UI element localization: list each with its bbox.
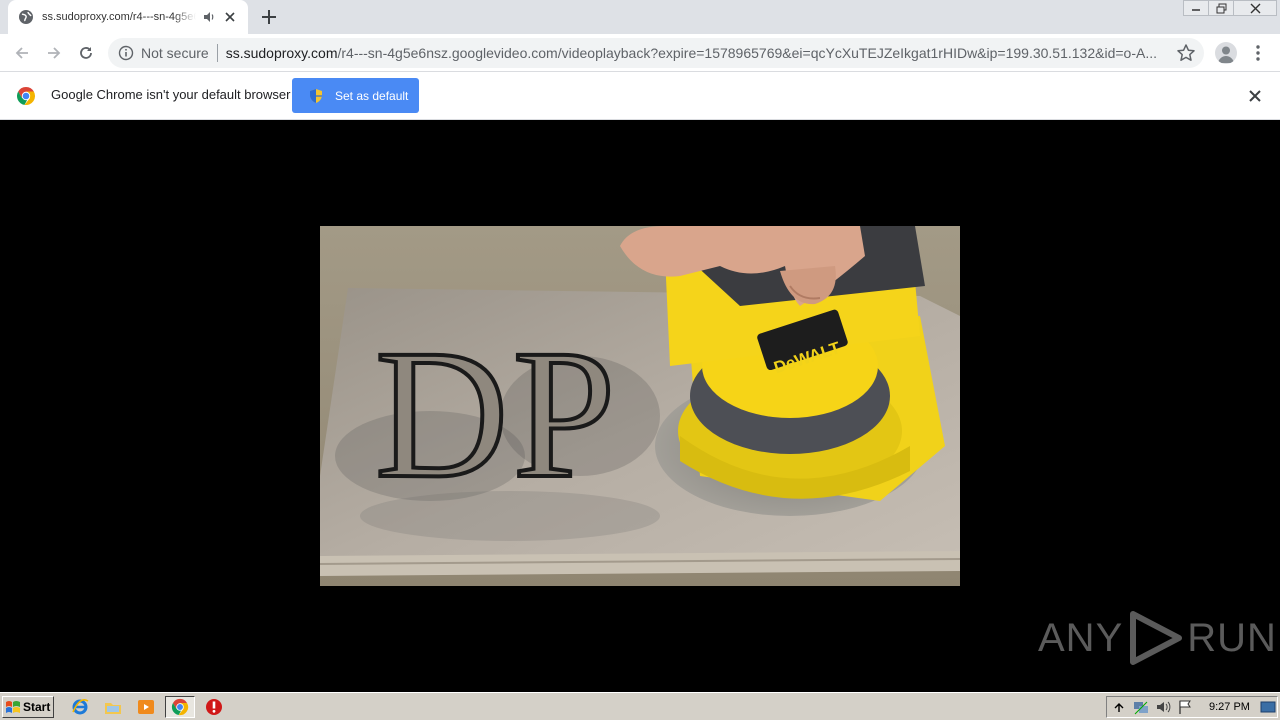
network-icon[interactable]	[1133, 699, 1149, 715]
taskbar-clock[interactable]: 9:27 PM	[1209, 701, 1250, 713]
file-explorer-icon[interactable]	[103, 697, 123, 717]
volume-icon[interactable]	[1155, 699, 1171, 715]
url-path: /r4---sn-4g5e6nsz.googlevideo.com/videop…	[337, 45, 1157, 61]
watermark-right-text: RUN	[1187, 615, 1277, 660]
action-center-flag-icon[interactable]	[1177, 699, 1193, 715]
watermark-left-text: ANY	[1038, 615, 1124, 660]
chrome-logo-icon	[16, 87, 36, 106]
address-bar[interactable]: Not secure ss.sudoproxy.com/r4---sn-4g5e…	[108, 38, 1204, 68]
windows-taskbar: Start 9:27 PM	[0, 692, 1280, 720]
tab-active[interactable]: ss.sudoproxy.com/r4---sn-4g5e6nsz.google…	[8, 0, 248, 34]
bookmark-star-icon[interactable]	[1176, 43, 1196, 63]
show-hidden-icons-icon[interactable]	[1111, 699, 1127, 715]
window-close-button[interactable]	[1233, 0, 1277, 16]
start-button[interactable]: Start	[2, 696, 54, 718]
start-label: Start	[23, 700, 51, 714]
restore-button[interactable]	[1208, 0, 1234, 16]
windows-flag-icon	[6, 701, 20, 713]
media-player-icon[interactable]	[136, 697, 156, 717]
set-as-default-button[interactable]: Set as default	[292, 78, 419, 113]
url-text[interactable]: ss.sudoproxy.com/r4---sn-4g5e6nsz.google…	[226, 45, 1161, 61]
forward-icon[interactable]	[43, 42, 65, 64]
infobar-message: Google Chrome isn't your default browser	[51, 87, 291, 102]
chrome-taskbar-icon	[171, 698, 189, 716]
browser-toolbar: Not secure ss.sudoproxy.com/r4---sn-4g5e…	[0, 34, 1280, 72]
tab-strip: ss.sudoproxy.com/r4---sn-4g5e6nsz.google…	[0, 0, 1280, 34]
profile-avatar-icon[interactable]	[1215, 42, 1237, 64]
tab-close-icon[interactable]	[222, 9, 238, 25]
globe-icon	[19, 10, 33, 24]
anyrun-watermark: ANY RUN	[1038, 608, 1277, 668]
tab-title: ss.sudoproxy.com/r4---sn-4g5e6nsz.google…	[42, 11, 196, 23]
reload-icon[interactable]	[75, 42, 97, 64]
video-player[interactable]: DP DeWALT	[320, 226, 960, 586]
page-content: DP DeWALT ANY RUN	[0, 120, 1280, 692]
internet-explorer-icon[interactable]	[70, 697, 90, 717]
uac-shield-icon	[310, 88, 322, 103]
video-frame: DP DeWALT	[320, 226, 960, 586]
url-host: ss.sudoproxy.com	[225, 45, 338, 61]
sign-letters: DP	[375, 312, 620, 517]
play-logo-icon	[1130, 611, 1183, 665]
minimize-button[interactable]	[1183, 0, 1209, 16]
back-icon[interactable]	[11, 42, 33, 64]
infobar-close-icon[interactable]	[1248, 89, 1262, 103]
system-tray	[1106, 696, 1278, 718]
show-desktop-icon[interactable]	[1260, 701, 1276, 713]
speaker-icon[interactable]	[202, 10, 216, 24]
security-label[interactable]: Not secure	[141, 45, 209, 61]
new-tab-icon[interactable]	[260, 8, 278, 26]
chrome-taskbar-button[interactable]	[165, 696, 195, 718]
stop-icon[interactable]	[204, 697, 224, 717]
set-as-default-label: Set as default	[335, 88, 409, 103]
menu-dots-icon[interactable]	[1252, 43, 1264, 63]
omnibox-separator	[216, 44, 218, 62]
default-browser-infobar: Google Chrome isn't your default browser…	[0, 72, 1280, 120]
info-icon[interactable]	[118, 45, 134, 61]
